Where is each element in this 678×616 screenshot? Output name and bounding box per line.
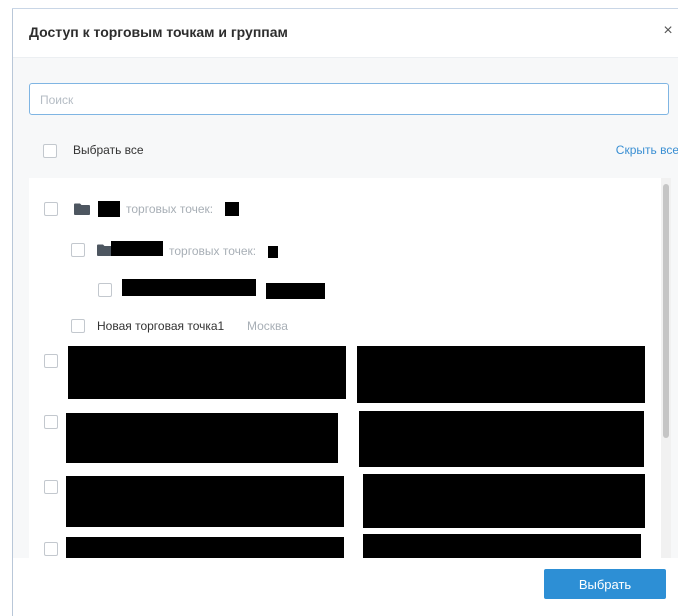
tree-redacted-row[interactable] — [44, 411, 661, 471]
list-scrollbar[interactable] — [661, 178, 671, 558]
access-dialog: Доступ к торговым точкам и группам × Выб… — [13, 9, 678, 616]
window-frame-top — [12, 0, 678, 9]
redacted-point-name — [122, 279, 256, 296]
redacted-group-count — [225, 202, 239, 216]
row-checkbox[interactable] — [44, 354, 58, 368]
redacted-block — [363, 474, 645, 528]
tree-point-row[interactable]: Новая торговая точка1 Москва — [71, 314, 471, 338]
point-checkbox[interactable] — [98, 283, 112, 297]
dialog-body: Выбрать все Скрыть все торговых точек: — [13, 58, 678, 558]
hide-all-link[interactable]: Скрыть все — [616, 143, 678, 157]
group-checkbox[interactable] — [44, 202, 58, 216]
redacted-subgroup-count — [268, 246, 278, 258]
select-all-label[interactable]: Выбрать все — [73, 143, 144, 157]
folder-icon — [74, 203, 90, 215]
window-frame-left — [0, 0, 13, 616]
point-city: Москва — [247, 319, 288, 333]
group-count-label: торговых точек: — [126, 202, 214, 216]
scrollbar-thumb[interactable] — [663, 184, 669, 438]
close-icon[interactable]: × — [658, 21, 678, 41]
redacted-block — [66, 537, 344, 558]
search-box[interactable] — [29, 83, 669, 115]
tree-redacted-row[interactable] — [44, 474, 661, 534]
select-all-checkbox[interactable] — [43, 144, 57, 158]
select-button[interactable]: Выбрать — [544, 569, 666, 599]
point-checkbox[interactable] — [71, 319, 85, 333]
row-checkbox[interactable] — [44, 542, 58, 556]
redacted-subgroup-name — [111, 241, 163, 256]
redacted-block — [357, 346, 645, 403]
redacted-block — [68, 346, 346, 399]
dialog-title: Доступ к торговым точкам и группам — [29, 24, 288, 40]
select-all-row: Выбрать все Скрыть все — [43, 142, 678, 162]
tree-group-row[interactable]: торговых точек: — [44, 197, 444, 221]
search-input[interactable] — [38, 85, 662, 115]
dialog-footer: Выбрать — [13, 558, 678, 616]
row-checkbox[interactable] — [44, 480, 58, 494]
redacted-point-city — [266, 283, 325, 299]
redacted-group-name — [98, 201, 120, 217]
dialog-header: Доступ к торговым точкам и группам × — [13, 9, 678, 58]
subgroup-count-label: торговых точек: — [169, 244, 257, 258]
subgroup-checkbox[interactable] — [71, 243, 85, 257]
redacted-block — [363, 534, 641, 558]
tree-redacted-row[interactable] — [44, 346, 661, 406]
redacted-block — [66, 476, 344, 527]
tree-redacted-row[interactable] — [44, 534, 661, 558]
tree-list: торговых точек: торговых точек: Новая то… — [29, 178, 661, 558]
point-name: Новая торговая точка1 — [97, 319, 225, 333]
redacted-block — [359, 411, 644, 467]
tree-point-row[interactable] — [98, 278, 498, 302]
row-checkbox[interactable] — [44, 415, 58, 429]
page: Доступ к торговым точкам и группам × Выб… — [0, 0, 678, 616]
redacted-block — [66, 413, 338, 463]
tree-subgroup-row[interactable]: торговых точек: — [71, 238, 471, 262]
